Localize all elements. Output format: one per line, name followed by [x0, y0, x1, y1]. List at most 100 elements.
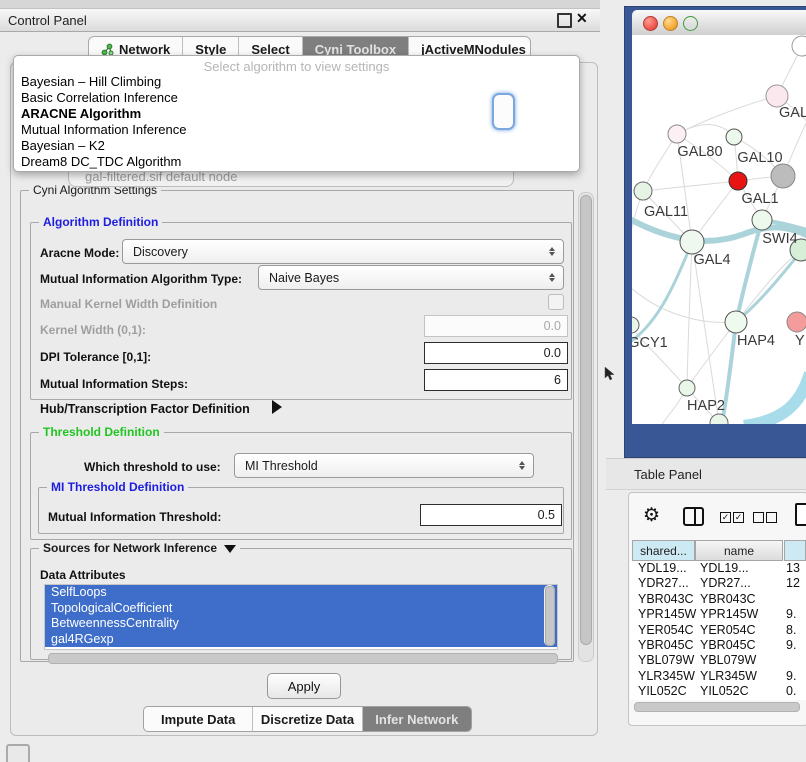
data-attribute-item[interactable]: BetweennessCentrality [45, 616, 557, 632]
which-threshold-label: Which threshold to use: [84, 460, 221, 474]
stepper-icon [515, 461, 529, 470]
table-row[interactable]: YDL19...YDL19...13 [630, 561, 806, 576]
network-node[interactable] [725, 311, 747, 333]
network-node[interactable] [729, 172, 747, 190]
algorithm-popup-item[interactable]: Bayesian – K2 [21, 138, 105, 154]
algorithm-popup-item[interactable]: Bayesian – Hill Climbing [21, 74, 161, 90]
control-panel-title: Control Panel [8, 13, 87, 28]
table-cell: YIL052C [638, 684, 687, 698]
algorithm-popup-item[interactable]: Basic Correlation Inference [21, 90, 178, 106]
unchecked-checkbox-icon[interactable] [753, 512, 764, 523]
network-edge[interactable] [643, 181, 738, 191]
table-hscrollbar-thumb[interactable] [634, 702, 800, 712]
mi-type-value: Naive Bayes [269, 271, 545, 285]
column-header-partial[interactable] [784, 540, 806, 561]
minimize-traffic-light[interactable] [663, 16, 678, 31]
network-node[interactable] [679, 380, 695, 396]
table-row[interactable]: YIL052CYIL052C0. [630, 684, 806, 699]
which-threshold-value: MI Threshold [245, 459, 515, 473]
table-cell: YBR043C [700, 592, 756, 606]
document-icon[interactable] [795, 503, 806, 526]
sources-title-text: Sources for Network Inference [43, 541, 217, 555]
attr-list-scrollbar[interactable] [544, 585, 555, 646]
network-edge[interactable] [632, 287, 736, 323]
table-row[interactable]: YDR27...YDR27...12 [630, 576, 806, 591]
close-traffic-light[interactable] [643, 16, 658, 31]
tab-infer-network-label: Infer Network [375, 712, 458, 727]
column-layout-icon[interactable] [683, 507, 704, 526]
table-cell: 12 [786, 576, 800, 590]
table-row[interactable]: YBR043C YBR043C [630, 592, 806, 607]
network-node[interactable] [632, 317, 639, 333]
network-edge[interactable] [632, 242, 692, 345]
table-cell: YBR043C [638, 592, 694, 606]
checked-checkbox-icon[interactable]: ✓ [733, 512, 744, 523]
dpi-tolerance-input[interactable]: 0.0 [424, 342, 568, 364]
mi-threshold-input[interactable]: 0.5 [420, 504, 562, 526]
table-hscrollbar[interactable] [632, 701, 802, 712]
network-node[interactable] [726, 129, 742, 145]
tab-impute-data[interactable]: Impute Data [144, 707, 253, 731]
network-node[interactable] [680, 230, 704, 254]
algorithm-popup-item[interactable]: Mutual Information Inference [21, 122, 186, 138]
table-row[interactable]: YBL079WYBL079W [630, 653, 806, 668]
aracne-mode-combo[interactable]: Discovery [122, 239, 564, 264]
mi-steps-label: Mutual Information Steps: [40, 377, 188, 391]
attr-list-hscrollbar[interactable] [48, 653, 558, 664]
table-row[interactable]: YPR145WYPR145W9. [630, 607, 806, 622]
network-edge[interactable] [744, 373, 806, 424]
data-attributes-list[interactable]: SelfLoopsTopologicalCoefficientBetweenne… [44, 584, 558, 650]
close-icon[interactable]: ✕ [576, 10, 588, 27]
table-cell: YLR345W [638, 669, 695, 683]
data-attribute-item[interactable]: gal4RGexp [45, 632, 557, 648]
network-canvas[interactable]: GAL80GAL10GALGAL1GAL11SWI4GAL4GCY1HAP4YH… [632, 35, 806, 424]
mi-steps-input[interactable]: 6 [424, 369, 568, 391]
network-window-titlebar[interactable] [632, 10, 806, 36]
network-edge[interactable] [692, 242, 719, 423]
table-settings-gear-icon[interactable]: ⚙ [643, 504, 660, 527]
checked-checkbox-icon[interactable]: ✓ [720, 512, 731, 523]
network-node-label: GAL [779, 105, 806, 121]
data-attribute-item[interactable]: TopologicalCoefficient [45, 601, 557, 617]
network-node[interactable] [792, 36, 806, 56]
network-node-label: HAP2 [687, 398, 725, 414]
tab-discretize-data[interactable]: Discretize Data [253, 707, 362, 731]
which-threshold-combo[interactable]: MI Threshold [234, 453, 534, 478]
table-row[interactable]: YLR345WYLR345W9. [630, 669, 806, 684]
table-cell: 9. [786, 669, 796, 683]
mi-type-combo[interactable]: Naive Bayes [258, 265, 564, 290]
settings-scrollbar-thumb[interactable] [580, 195, 592, 645]
network-node[interactable] [766, 85, 788, 107]
network-node[interactable] [771, 164, 795, 188]
algorithm-popup-item[interactable]: Dream8 DC_TDC Algorithm [21, 154, 181, 170]
data-attribute-item[interactable]: SelfLoops [45, 585, 557, 601]
network-edge[interactable] [687, 242, 692, 388]
kernel-width-input[interactable]: 0.0 [424, 315, 568, 337]
network-node[interactable] [787, 312, 806, 332]
zoom-traffic-light[interactable] [683, 16, 698, 31]
table-row[interactable]: YBR045CYBR045C9. [630, 638, 806, 653]
network-node[interactable] [634, 182, 652, 200]
network-edge[interactable] [643, 134, 677, 191]
table-row[interactable]: YER054CYER054C8. [630, 623, 806, 638]
sources-collapse-arrow-icon[interactable] [224, 545, 236, 553]
hub-expand-arrow-icon[interactable] [272, 400, 282, 414]
network-node[interactable] [752, 210, 772, 230]
network-edge[interactable] [677, 96, 777, 134]
attr-list-scrollbar-thumb[interactable] [545, 586, 555, 646]
table-cell: 13 [786, 561, 800, 575]
algorithm-popup-item[interactable]: ARACNE Algorithm [21, 106, 141, 122]
network-node-label: GAL11 [644, 204, 688, 220]
unchecked-checkbox-icon[interactable] [766, 512, 777, 523]
minimized-panel-icon[interactable] [6, 744, 30, 762]
apply-button[interactable]: Apply [267, 673, 341, 699]
column-header-name[interactable]: name [695, 540, 783, 561]
tab-infer-network[interactable]: Infer Network [363, 707, 471, 731]
column-header-shared[interactable]: shared... [632, 540, 695, 561]
network-node[interactable] [668, 125, 686, 143]
manual-kernel-label: Manual Kernel Width Definition [40, 297, 217, 311]
float-window-icon[interactable] [557, 13, 572, 28]
manual-kernel-checkbox[interactable] [548, 294, 564, 310]
settings-scrollbar[interactable] [578, 192, 594, 662]
table-cell: YBL079W [700, 653, 756, 667]
